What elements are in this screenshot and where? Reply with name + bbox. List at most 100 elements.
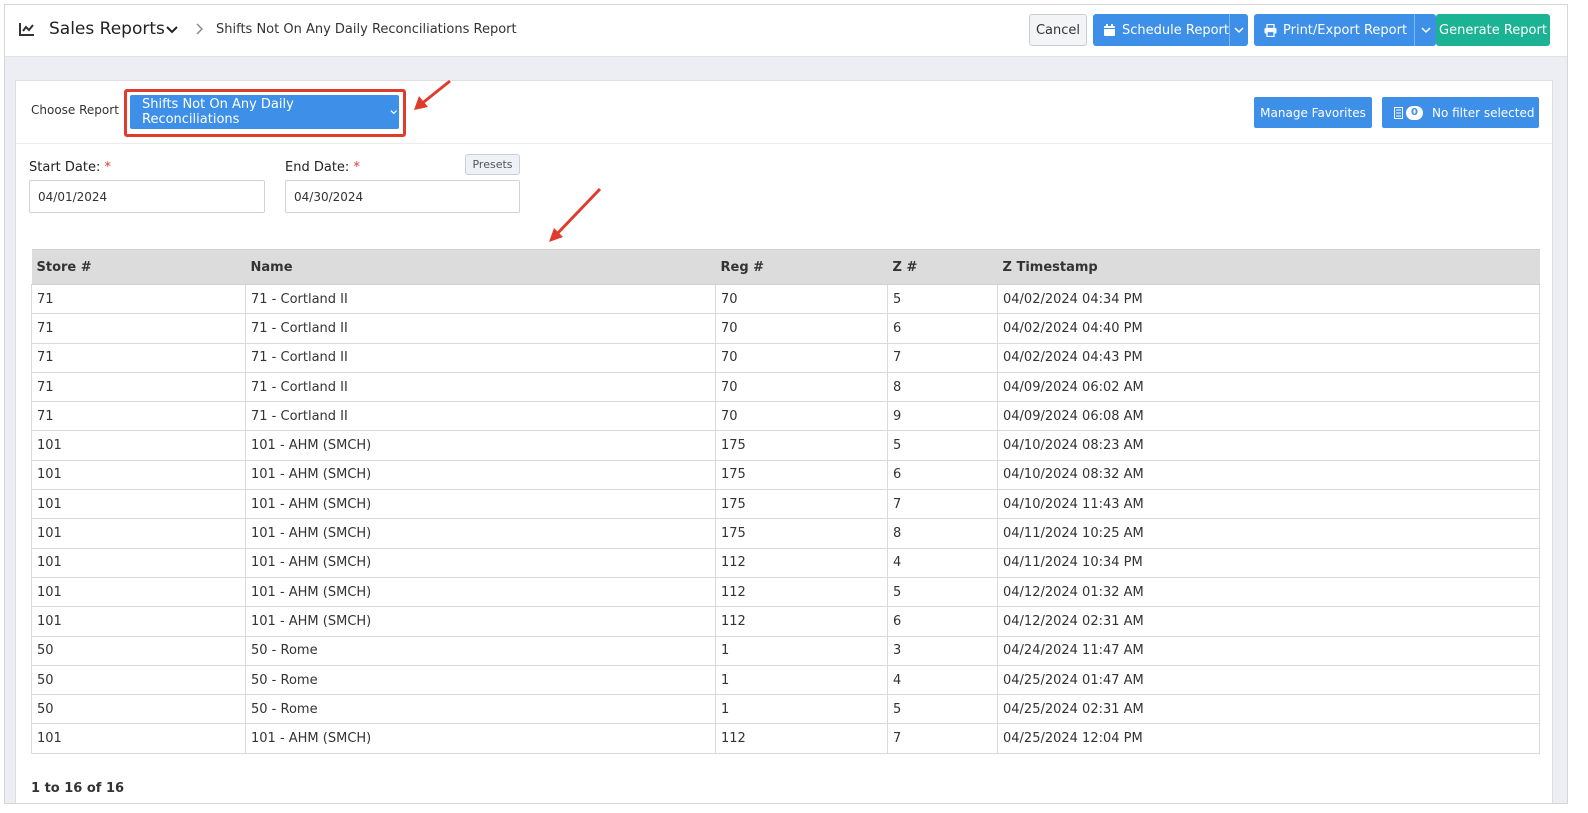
- start-date-label-text: Start Date:: [29, 160, 101, 175]
- schedule-report-button[interactable]: Schedule Report: [1093, 14, 1248, 46]
- table-row[interactable]: 50 50 - Rome 1 3 04/24/2024 11:47 AM: [31, 635, 1540, 666]
- report-panel: Choose Report Shifts Not On Any Daily Re…: [15, 80, 1553, 803]
- table-cell: 04/25/2024 02:31 AM: [997, 694, 1540, 725]
- table-cell: 112: [715, 606, 888, 637]
- table-cell: 101: [31, 576, 246, 608]
- column-header[interactable]: Reg #: [715, 249, 888, 285]
- column-header[interactable]: Name: [245, 249, 716, 285]
- divider: [16, 143, 1552, 144]
- table-row[interactable]: 50 50 - Rome 1 4 04/25/2024 01:47 AM: [31, 664, 1540, 696]
- table-cell: 1: [715, 635, 888, 666]
- table-cell: 101 - AHM (SMCH): [245, 430, 716, 461]
- top-header: Sales Reports Shifts Not On Any Daily Re…: [5, 5, 1567, 57]
- table-row[interactable]: 71 71 - Cortland II 70 8 04/09/2024 06:02 AM: [31, 371, 1540, 403]
- table-cell: 04/10/2024 11:43 AM: [997, 489, 1540, 520]
- end-date-label-text: End Date:: [285, 160, 350, 175]
- required-mark: *: [353, 160, 360, 175]
- chevron-down-icon[interactable]: [165, 23, 179, 37]
- table-cell: 101: [31, 430, 246, 461]
- table-row[interactable]: 71 71 - Cortland II 70 5 04/02/2024 04:34 PM: [31, 283, 1540, 315]
- table-cell: 04/12/2024 02:31 AM: [997, 606, 1540, 637]
- table-cell: 112: [715, 723, 888, 754]
- table-cell: 71 - Cortland II: [245, 283, 716, 315]
- table-cell: 04/11/2024 10:34 PM: [997, 547, 1540, 578]
- table-cell: 71 - Cortland II: [245, 313, 716, 344]
- table-cell: 71: [31, 401, 246, 432]
- annotation-arrow: [549, 187, 602, 242]
- table-cell: 101 - AHM (SMCH): [245, 489, 716, 520]
- table-cell: 101: [31, 723, 246, 754]
- generate-report-button[interactable]: Generate Report: [1436, 14, 1550, 46]
- table-cell: 112: [715, 576, 888, 608]
- table-cell: 04/25/2024 12:04 PM: [997, 723, 1540, 754]
- table-cell: 8: [887, 371, 998, 403]
- print-export-button[interactable]: Print/Export Report: [1254, 14, 1436, 46]
- app-title[interactable]: Sales Reports: [49, 19, 165, 39]
- table-cell: 101 - AHM (SMCH): [245, 723, 716, 754]
- print-export-main[interactable]: Print/Export Report: [1254, 14, 1414, 46]
- schedule-report-dropdown[interactable]: [1228, 14, 1248, 46]
- selected-report: Shifts Not On Any Daily Reconciliations: [142, 97, 294, 127]
- table-cell: 04/10/2024 08:23 AM: [997, 430, 1540, 461]
- start-date-input[interactable]: 04/01/2024: [29, 180, 265, 213]
- filter-label: No filter selected: [1431, 105, 1535, 120]
- print-export-label: Print/Export Report: [1283, 22, 1408, 38]
- table-cell: 101 - AHM (SMCH): [245, 518, 716, 549]
- column-header[interactable]: Z Timestamp: [997, 249, 1540, 285]
- end-date-input[interactable]: 04/30/2024: [285, 180, 520, 213]
- table-row[interactable]: 101 101 - AHM (SMCH) 175 7 04/10/2024 11:43 …: [31, 489, 1540, 520]
- table-cell: 101: [31, 606, 246, 637]
- table-cell: 5: [887, 694, 998, 725]
- table-row[interactable]: 71 71 - Cortland II 70 6 04/02/2024 04:40 PM: [31, 313, 1540, 344]
- table-row[interactable]: 101 101 - AHM (SMCH) 112 5 04/12/2024 01:32 …: [31, 576, 1540, 608]
- table-cell: 71 - Cortland II: [245, 401, 716, 432]
- table-cell: 175: [715, 459, 888, 491]
- table-cell: 04/02/2024 04:40 PM: [997, 313, 1540, 344]
- table-cell: 70: [715, 401, 888, 432]
- table-cell: 71: [31, 371, 246, 403]
- table-cell: 04/09/2024 06:08 AM: [997, 401, 1540, 432]
- table-cell: 71: [31, 283, 246, 315]
- chevron-down-icon: [1234, 27, 1244, 34]
- table-cell: 3: [887, 635, 998, 666]
- start-date-label: Start Date: *: [29, 160, 111, 175]
- presets-button[interactable]: Presets: [465, 154, 520, 175]
- column-header[interactable]: Z #: [887, 249, 998, 285]
- table-header-row: Store # Name Reg # Z # Z Timestamp: [31, 249, 1540, 285]
- chevron-right-icon: [196, 23, 203, 35]
- table-cell: 50: [31, 664, 246, 696]
- table-row[interactable]: 101 101 - AHM (SMCH) 175 8 04/11/2024 10:25 …: [31, 518, 1540, 549]
- chevron-down-icon: [1420, 27, 1431, 34]
- table-cell: 70: [715, 313, 888, 344]
- cancel-button[interactable]: Cancel: [1029, 14, 1087, 46]
- schedule-report-label: Schedule Report: [1122, 22, 1229, 38]
- table-cell: 6: [887, 313, 998, 344]
- table-row[interactable]: 71 71 - Cortland II 70 9 04/09/2024 06:08 AM: [31, 401, 1540, 432]
- table-cell: 7: [887, 489, 998, 520]
- table-cell: 1: [715, 694, 888, 725]
- table-cell: 175: [715, 489, 888, 520]
- table-row[interactable]: 101 101 - AHM (SMCH) 112 7 04/25/2024 12:04 …: [31, 723, 1540, 754]
- table-row[interactable]: 101 101 - AHM (SMCH) 112 6 04/12/2024 02:31 …: [31, 606, 1540, 637]
- table-cell: 101 - AHM (SMCH): [245, 547, 716, 578]
- table-cell: 4: [887, 547, 998, 578]
- printer-icon: [1264, 23, 1277, 37]
- table-row[interactable]: 101 101 - AHM (SMCH) 175 5 04/10/2024 08:23 …: [31, 430, 1540, 461]
- report-select-dropdown[interactable]: Shifts Not On Any Daily Reconciliations: [130, 95, 399, 129]
- filter-button[interactable]: 0 No filter selected: [1382, 97, 1539, 128]
- table-row[interactable]: 50 50 - Rome 1 5 04/25/2024 02:31 AM: [31, 694, 1540, 725]
- table-cell: 1: [715, 664, 888, 696]
- table-cell: 71: [31, 313, 246, 344]
- choose-report-label: Choose Report: [31, 103, 119, 117]
- table-row[interactable]: 101 101 - AHM (SMCH) 112 4 04/11/2024 10:34 …: [31, 547, 1540, 578]
- table-cell: 5: [887, 430, 998, 461]
- table-row[interactable]: 71 71 - Cortland II 70 7 04/02/2024 04:43 PM: [31, 342, 1540, 373]
- column-header[interactable]: Store #: [31, 249, 246, 285]
- table-cell: 04/02/2024 04:43 PM: [997, 342, 1540, 373]
- annotation-arrow: [414, 79, 451, 110]
- schedule-report-main[interactable]: Schedule Report: [1093, 14, 1229, 46]
- print-export-dropdown[interactable]: [1414, 14, 1436, 46]
- table-row[interactable]: 101 101 - AHM (SMCH) 175 6 04/10/2024 08:32 …: [31, 459, 1540, 491]
- manage-favorites-button[interactable]: Manage Favorites: [1254, 97, 1372, 128]
- chevron-down-icon: [390, 110, 398, 115]
